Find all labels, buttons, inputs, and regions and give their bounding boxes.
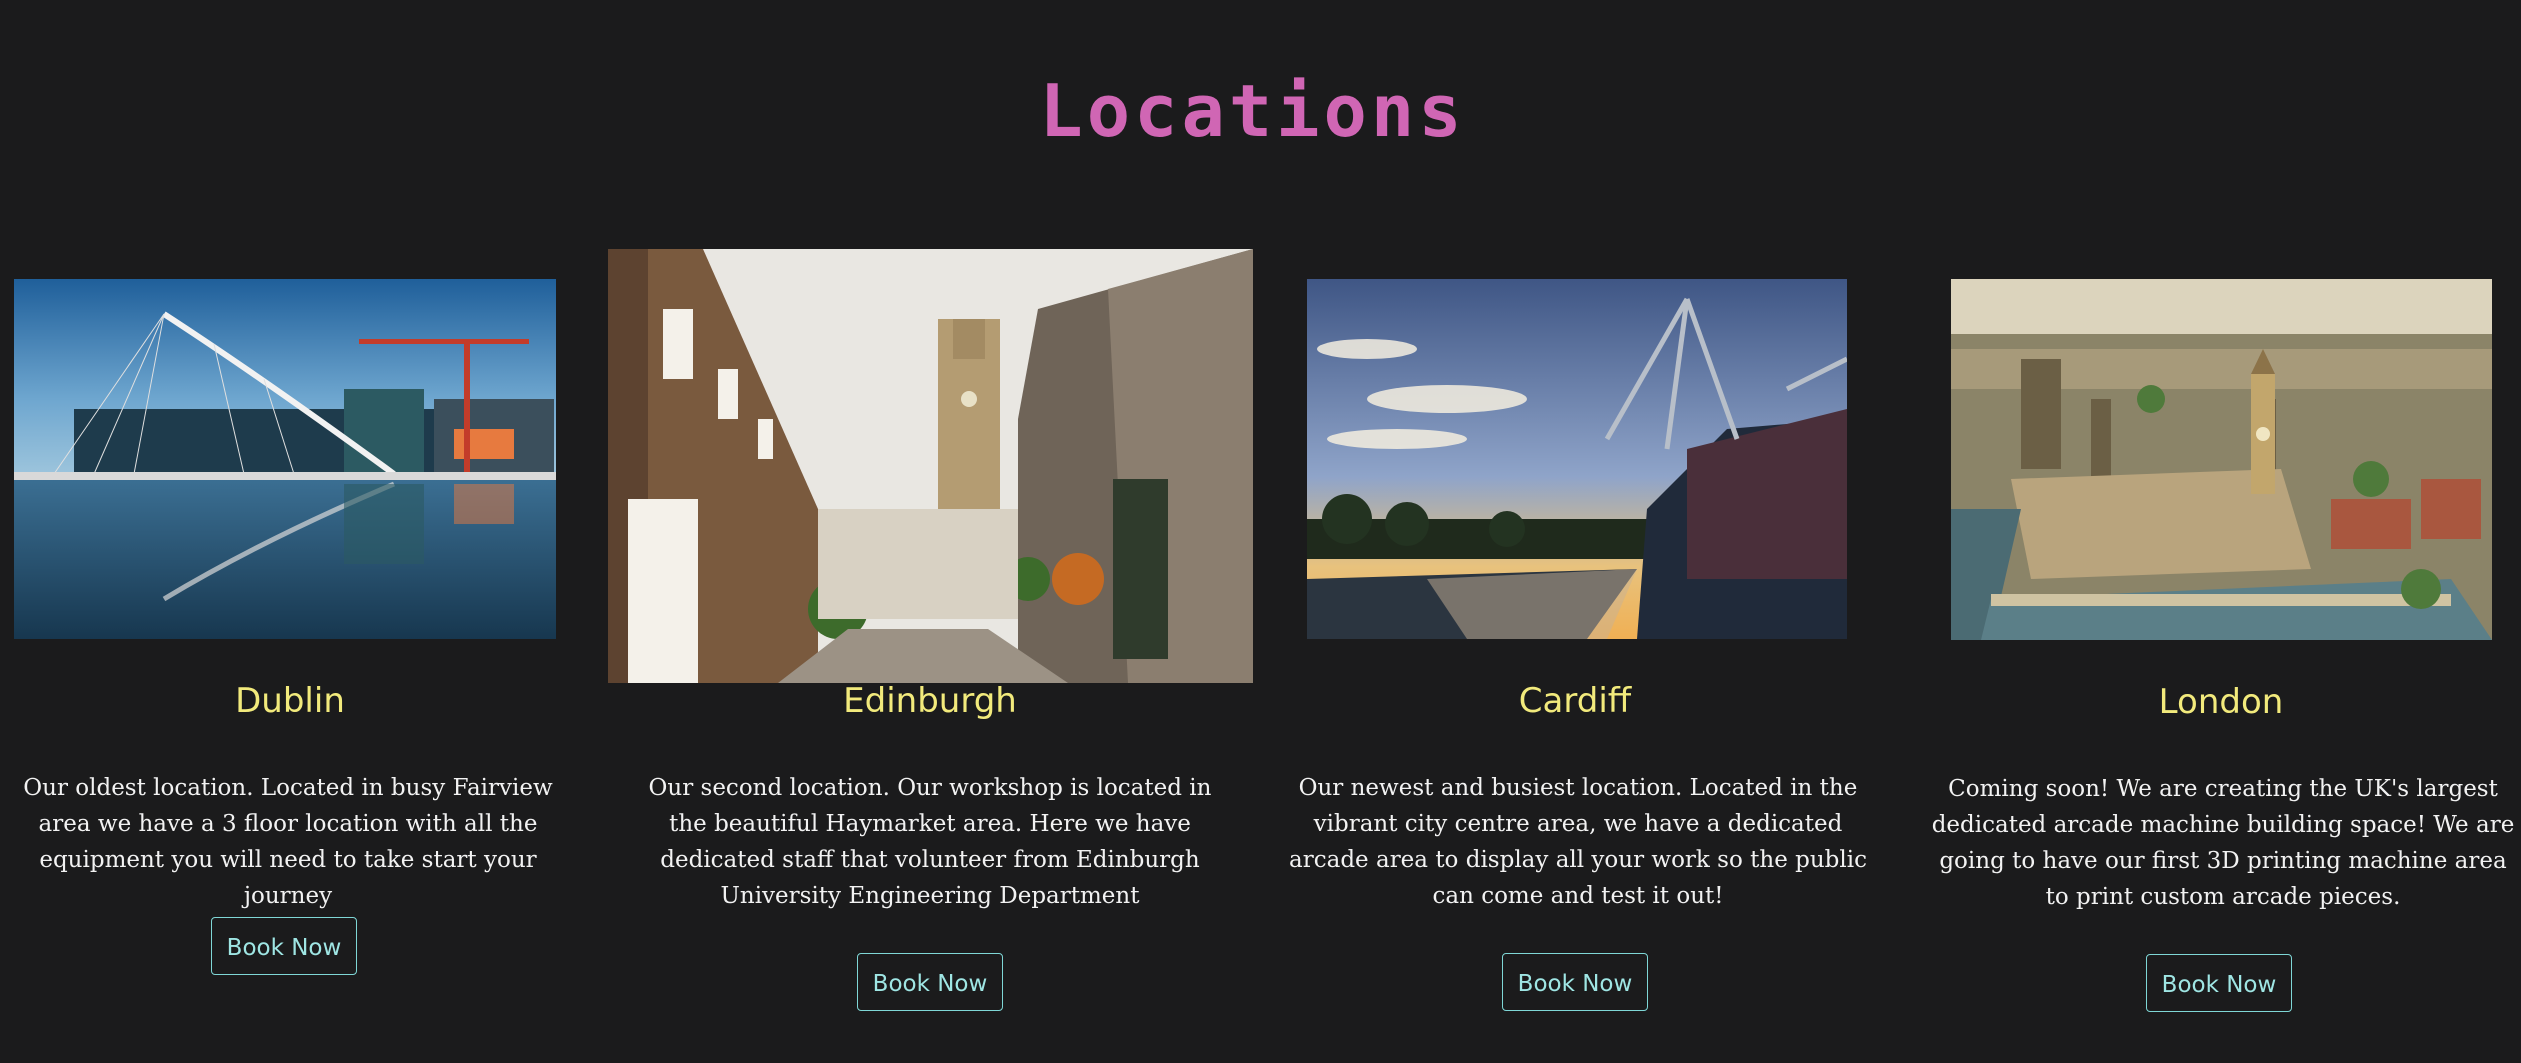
location-card-london: London Coming soon! We are creating the … [1921,0,2521,1063]
location-description: Our newest and busiest location. Located… [1289,775,1867,909]
locations-page: Locations Dublin Our oldest location. Lo… [0,0,2521,1063]
location-card-dublin: Dublin Our oldest location. Located in b… [0,0,580,1063]
location-description: Our second location. Our workshop is loc… [648,775,1212,909]
book-now-button-dublin[interactable]: Book Now [211,917,357,975]
location-title: Dublin [235,681,345,721]
location-title: Cardiff [1518,681,1632,721]
location-card-edinburgh: Edinburgh Our second location. Our works… [601,0,1259,1063]
edinburgh-photo [608,249,1253,683]
dublin-photo [14,279,556,639]
location-title: Edinburgh [843,681,1017,721]
london-photo [1951,279,2492,640]
location-title: London [2158,682,2284,722]
location-description: Our oldest location. Located in busy Fai… [23,775,553,909]
location-description: Coming soon! We are creating the UK's la… [1931,776,2515,910]
book-now-button-london[interactable]: Book Now [2146,954,2292,1012]
location-card-cardiff: Cardiff Our newest and busiest location.… [1280,0,1870,1063]
cardiff-photo [1307,279,1847,639]
book-now-button-cardiff[interactable]: Book Now [1502,953,1648,1011]
book-now-button-edinburgh[interactable]: Book Now [857,953,1003,1011]
